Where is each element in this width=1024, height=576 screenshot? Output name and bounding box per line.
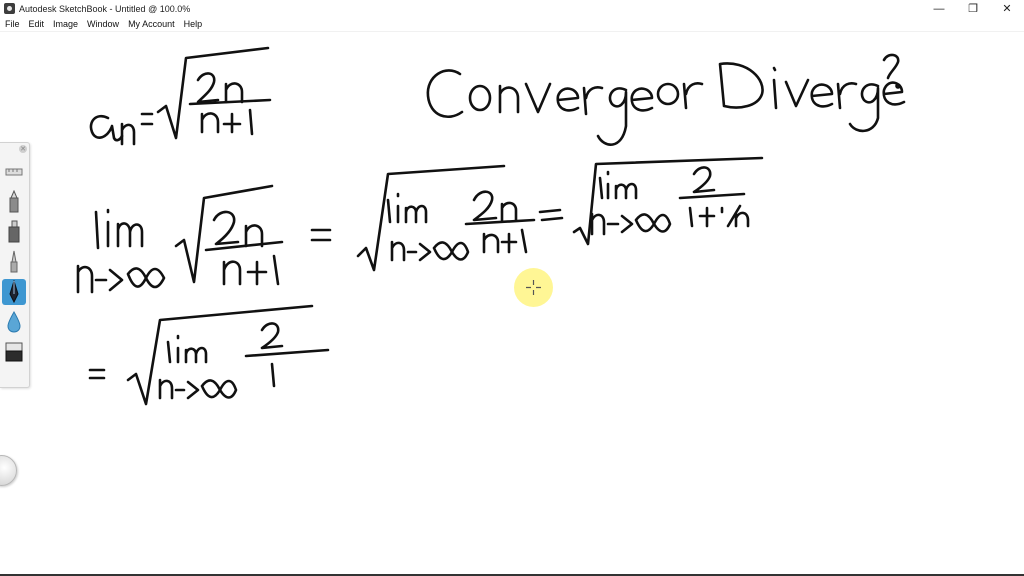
marker-tool[interactable] [2, 219, 26, 245]
limit-result-ink [88, 304, 330, 406]
marker-icon [8, 220, 20, 243]
menu-image[interactable]: Image [48, 19, 82, 29]
close-icon[interactable]: ✕ [19, 145, 27, 153]
menu-my-account[interactable]: My Account [123, 19, 179, 29]
tool-palette: ✕ [0, 142, 30, 388]
handwritten-math [76, 46, 906, 406]
pen-icon [9, 280, 19, 304]
eraser-icon [5, 342, 23, 362]
window-title: Autodesk SketchBook - Untitled @ 100.0% [19, 3, 191, 14]
menu-edit[interactable]: Edit [24, 19, 49, 29]
blur-icon [7, 310, 21, 333]
sketchbook-app-icon [4, 3, 15, 14]
question-ink [426, 53, 906, 146]
ruler-icon [5, 168, 23, 176]
title-bar: Autodesk SketchBook - Untitled @ 100.0% … [0, 0, 1024, 17]
drawing-canvas[interactable] [0, 32, 1024, 574]
pencil-icon [9, 190, 19, 213]
airbrush-icon [10, 250, 18, 273]
restore-button[interactable]: ❐ [956, 0, 990, 17]
pen-tool[interactable] [2, 279, 26, 305]
menu-bar: File Edit Image Window My Account Help [0, 17, 1024, 32]
limit-step-ink [76, 156, 764, 294]
crosshair-cursor-icon [526, 280, 541, 295]
menu-window[interactable]: Window [82, 19, 123, 29]
minimize-button[interactable]: — [922, 0, 956, 17]
blur-tool[interactable] [2, 309, 26, 335]
eraser-tool[interactable] [2, 339, 26, 365]
menu-help[interactable]: Help [179, 19, 207, 29]
close-button[interactable]: ✕ [990, 0, 1024, 17]
window-controls: — ❐ ✕ [922, 0, 1024, 17]
sequence-definition-ink [89, 46, 272, 146]
ruler-tool[interactable] [2, 159, 26, 185]
pencil-tool[interactable] [2, 189, 26, 215]
airbrush-tool[interactable] [2, 249, 26, 275]
menu-file[interactable]: File [0, 19, 24, 29]
